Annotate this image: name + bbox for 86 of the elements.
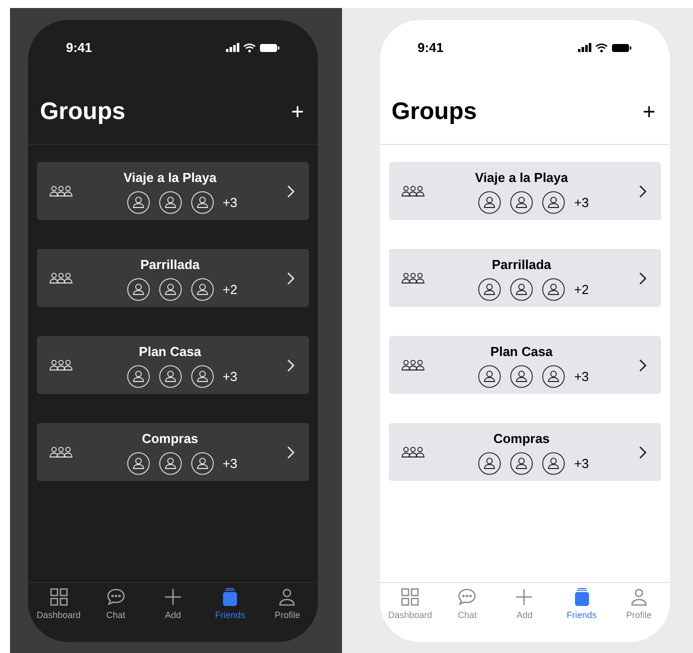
- people-icon: [49, 185, 73, 197]
- person-icon: [628, 587, 649, 607]
- group-name: Viaje a la Playa: [475, 169, 568, 188]
- avatar-icon: [190, 452, 214, 475]
- chevron-right-icon: [638, 272, 646, 284]
- avatar-icon: [190, 190, 214, 214]
- group-name: Compras: [493, 430, 550, 448]
- page-title: Groups: [40, 97, 126, 127]
- avatar-icon: [190, 278, 214, 301]
- page-title: Groups: [392, 97, 477, 127]
- group-name: Parrillada: [492, 256, 552, 274]
- avatar-icon: [510, 278, 534, 301]
- people-icon: [400, 446, 424, 458]
- chevron-right-icon: [638, 358, 646, 372]
- group-card[interactable]: Viaje a la Playa +3: [37, 162, 309, 220]
- avatar-icon: [542, 364, 566, 388]
- avatar-icon: [126, 364, 150, 388]
- avatar-icon: [510, 190, 534, 214]
- group-card[interactable]: Compras +3: [37, 423, 309, 481]
- avatar-icon: [478, 452, 502, 475]
- chevron-right-icon: [638, 446, 646, 458]
- member-count: +3: [574, 194, 589, 212]
- avatar-icon: [542, 278, 566, 301]
- avatar-icon: [542, 190, 566, 214]
- avatar-icon: [126, 452, 150, 475]
- avatar-icon: [478, 278, 502, 301]
- add-group-button[interactable]: +: [642, 101, 656, 123]
- group-card[interactable]: Compras +3: [388, 423, 660, 481]
- avatar-icon: [126, 278, 150, 301]
- plus-icon: [514, 587, 534, 607]
- group-card[interactable]: Viaje a la Playa +3: [388, 162, 660, 220]
- chat-bubble-icon: [457, 587, 478, 607]
- avatar-icon: [510, 452, 534, 475]
- avatar-icon: [478, 190, 502, 214]
- avatar-icon: [190, 364, 214, 388]
- people-icon: [49, 446, 73, 458]
- group-card[interactable]: Parrillada +2: [37, 249, 309, 307]
- tab-bar-item[interactable]: Chat: [88, 587, 144, 642]
- chevron-right-icon: [287, 446, 295, 458]
- tab-bar-item[interactable]: Friends: [202, 587, 258, 642]
- avatar-icon: [510, 364, 534, 388]
- tab-bar-item[interactable]: Friends: [554, 587, 610, 642]
- group-name: Compras: [142, 430, 198, 448]
- group-name: Plan Casa: [138, 343, 202, 362]
- people-icon: [400, 185, 424, 197]
- member-count: +2: [574, 280, 589, 298]
- group-card[interactable]: Plan Casa +3: [388, 336, 660, 394]
- group-card[interactable]: Plan Casa +3: [37, 336, 309, 394]
- member-count: +3: [574, 454, 589, 472]
- chevron-right-icon: [287, 358, 295, 372]
- add-group-button[interactable]: +: [291, 101, 304, 123]
- avatar-icon: [158, 190, 182, 214]
- people-icon: [49, 272, 73, 284]
- tab-bar-item[interactable]: Dashboard: [30, 587, 87, 642]
- group-name: Plan Casa: [490, 343, 553, 362]
- status-icons: [578, 42, 632, 53]
- people-icon: [400, 359, 424, 371]
- people-icon: [400, 272, 424, 284]
- grid-icon: [48, 587, 69, 607]
- plus-icon: [162, 587, 183, 607]
- avatar-icon: [126, 190, 150, 214]
- member-count: +2: [222, 280, 238, 298]
- group-card[interactable]: Parrillada +2: [388, 249, 660, 307]
- member-count: +3: [574, 368, 589, 386]
- group-name: Parrillada: [140, 256, 200, 274]
- status-time: 9:41: [66, 38, 92, 57]
- grid-icon: [400, 587, 420, 607]
- person-icon: [277, 587, 298, 607]
- tab-bar-item[interactable]: Profile: [259, 587, 316, 642]
- avatar-icon: [158, 364, 182, 388]
- status-icons: [226, 42, 280, 53]
- avatar-icon: [478, 364, 502, 388]
- status-time: 9:41: [418, 38, 444, 57]
- people-icon: [49, 359, 73, 371]
- group-name: Viaje a la Playa: [124, 169, 216, 188]
- avatar-icon: [158, 452, 182, 475]
- chevron-right-icon: [287, 184, 295, 198]
- member-count: +3: [222, 454, 238, 472]
- chevron-right-icon: [287, 272, 295, 284]
- avatar-icon: [542, 452, 566, 475]
- tab-bar-item[interactable]: Add: [144, 587, 201, 642]
- chat-bubble-icon: [106, 587, 126, 607]
- member-count: +3: [222, 194, 238, 212]
- avatar-icon: [158, 278, 182, 301]
- member-count: +3: [222, 368, 238, 386]
- chevron-right-icon: [638, 184, 646, 198]
